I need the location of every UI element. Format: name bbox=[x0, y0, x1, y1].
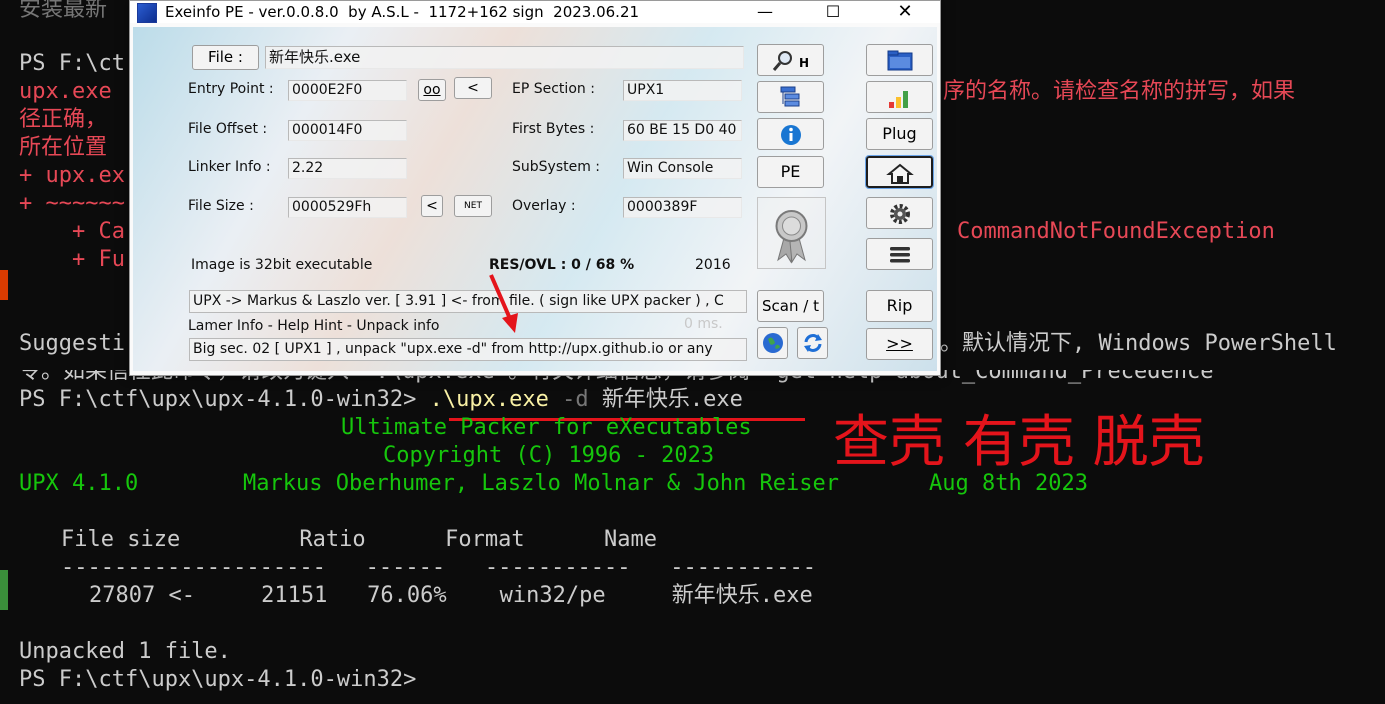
terminal-line: + Fu bbox=[19, 247, 125, 272]
exeinfo-window[interactable]: Exeinfo PE - ver.0.0.8.0 by A.S.L - 1172… bbox=[129, 0, 941, 376]
exeinfo-panel: File : 新年快乐.exe Entry Point : 0000E2F0 o… bbox=[133, 27, 937, 371]
taskbar-edge bbox=[0, 270, 8, 690]
unpacked-status: Unpacked 1 file. bbox=[19, 639, 231, 664]
error-category: CommandNotFoundException bbox=[957, 219, 1275, 244]
error-message-right: 序的名称。请检查名称的拼写，如果 bbox=[943, 79, 1296, 104]
file-size-label: File Size : bbox=[188, 198, 254, 214]
entry-point-field[interactable]: 0000E2F0 bbox=[288, 80, 407, 101]
ep-section-field[interactable]: UPX1 bbox=[623, 80, 742, 101]
prev-entry-button[interactable]: < bbox=[454, 77, 492, 99]
ep-section-label: EP Section : bbox=[512, 81, 595, 97]
annotation-arrow-icon bbox=[489, 274, 518, 333]
menu-icon bbox=[889, 246, 910, 262]
upx-authors: Markus Oberhumer, Laszlo Molnar & John R… bbox=[243, 471, 840, 496]
upx-banner-title: Ultimate Packer for eXecutables bbox=[341, 415, 752, 440]
terminal-line: + upx.ex bbox=[19, 163, 125, 188]
subsystem-field[interactable]: Win Console bbox=[623, 158, 742, 179]
search-button[interactable]: H bbox=[757, 44, 824, 76]
terminal-line: + Ca bbox=[19, 219, 125, 244]
upx-banner-copyright: Copyright (C) 1996 - 2023 bbox=[383, 443, 715, 468]
plugins-button[interactable]: Plug bbox=[866, 118, 933, 150]
file-size-field[interactable]: 0000529Fh bbox=[288, 197, 407, 218]
window-title: Exeinfo PE - ver.0.0.8.0 by A.S.L - 1172… bbox=[165, 3, 640, 21]
terminal-line: + ~~~~~~ bbox=[19, 191, 125, 216]
upx-version: UPX 4.1.0 bbox=[19, 471, 139, 496]
award-medal-icon bbox=[757, 197, 826, 269]
terminal-line: 安装最新 bbox=[19, 0, 108, 22]
maximize-button[interactable]: ☐ bbox=[810, 1, 856, 23]
file-button[interactable]: File : bbox=[192, 45, 259, 70]
sections-icon bbox=[780, 86, 799, 106]
app-icon bbox=[137, 3, 157, 23]
command-exe: .\upx.exe bbox=[429, 387, 549, 412]
terminal-line: 径正确， bbox=[19, 107, 108, 132]
terminal-line: PS F:\ct bbox=[19, 51, 125, 76]
minimize-button[interactable]: — bbox=[742, 1, 788, 23]
lamer-info-label: Lamer Info - Help Hint - Unpack info bbox=[188, 318, 440, 334]
command-flag: -d bbox=[562, 387, 589, 412]
prompt-line: PS F:\ctf\upx\upx-4.1.0-win32> .\upx.exe… bbox=[19, 386, 743, 414]
options-button[interactable] bbox=[866, 197, 933, 229]
annotation-text: 查壳 有壳 脱壳 bbox=[833, 410, 1205, 475]
home-icon bbox=[885, 163, 914, 184]
pe-button[interactable]: PE bbox=[757, 156, 824, 188]
net-button[interactable]: NET bbox=[454, 195, 492, 217]
rip-button[interactable]: Rip bbox=[866, 290, 933, 322]
refresh-icon bbox=[803, 334, 822, 352]
about-button[interactable] bbox=[757, 118, 824, 150]
scan-button[interactable]: Scan / t bbox=[757, 290, 824, 322]
globe-icon bbox=[762, 333, 783, 353]
subsystem-label: SubSystem : bbox=[512, 159, 601, 175]
oo-button[interactable]: oo bbox=[418, 79, 446, 101]
web-button[interactable] bbox=[757, 327, 788, 359]
close-button[interactable]: ✕ bbox=[882, 1, 928, 23]
overlay-label: Overlay : bbox=[512, 198, 576, 214]
statistics-button[interactable] bbox=[866, 81, 933, 113]
terminal-line: upx.exe bbox=[19, 79, 112, 104]
linker-info-label: Linker Info : bbox=[188, 159, 271, 175]
menu-button[interactable] bbox=[866, 238, 933, 270]
refresh-button[interactable] bbox=[797, 327, 828, 359]
home-button[interactable] bbox=[865, 155, 934, 189]
hint-field[interactable]: Big sec. 02 [ UPX1 ] , unpack "upx.exe -… bbox=[189, 338, 747, 361]
info-icon bbox=[780, 124, 801, 145]
first-bytes-field[interactable]: 60 BE 15 D0 40 bbox=[623, 120, 742, 141]
year-text: 2016 bbox=[695, 257, 731, 273]
result-table-header: File size Ratio Format Name bbox=[61, 527, 658, 552]
search-button-label: H bbox=[799, 56, 809, 70]
file-offset-field[interactable]: 000014F0 bbox=[288, 120, 407, 141]
next-button[interactable]: >> bbox=[866, 328, 933, 360]
suggestion-text: Suggesti bbox=[19, 331, 125, 356]
magnifier-icon: H bbox=[772, 50, 809, 71]
detection-result-field[interactable]: UPX -> Markus & Laszlo ver. [ 3.91 ] <- … bbox=[189, 290, 747, 313]
bar-chart-icon bbox=[888, 90, 908, 108]
terminal-line: 所在位置 bbox=[19, 135, 108, 160]
result-table-row: 27807 <- 21151 76.06% win32/pe 新年快乐.exe bbox=[89, 583, 813, 608]
gear-icon bbox=[889, 203, 910, 224]
first-bytes-label: First Bytes : bbox=[512, 121, 595, 137]
title-bar[interactable]: Exeinfo PE - ver.0.0.8.0 by A.S.L - 1172… bbox=[130, 1, 940, 23]
command-arg: 新年快乐.exe bbox=[601, 387, 743, 412]
prompt-end: PS F:\ctf\upx\upx-4.1.0-win32> bbox=[19, 667, 417, 692]
open-file-button[interactable] bbox=[866, 44, 933, 76]
prompt: PS F:\ctf\upx\upx-4.1.0-win32> bbox=[19, 387, 417, 412]
suggestion-text-right: 。默认情况下, Windows PowerShell bbox=[940, 331, 1337, 356]
prev-size-button[interactable]: < bbox=[421, 195, 443, 217]
overlay-field[interactable]: 0000389F bbox=[623, 197, 742, 218]
file-name-field[interactable]: 新年快乐.exe bbox=[265, 46, 744, 69]
sections-button[interactable] bbox=[757, 81, 824, 113]
result-table-rule: -------------------- ------ ----------- … bbox=[61, 555, 816, 580]
entry-point-label: Entry Point : bbox=[188, 81, 274, 97]
timing-text: 0 ms. bbox=[684, 316, 723, 332]
folder-icon bbox=[887, 50, 912, 70]
file-offset-label: File Offset : bbox=[188, 121, 268, 137]
image-info-text: Image is 32bit executable bbox=[191, 257, 373, 273]
linker-info-field[interactable]: 2.22 bbox=[288, 158, 407, 179]
